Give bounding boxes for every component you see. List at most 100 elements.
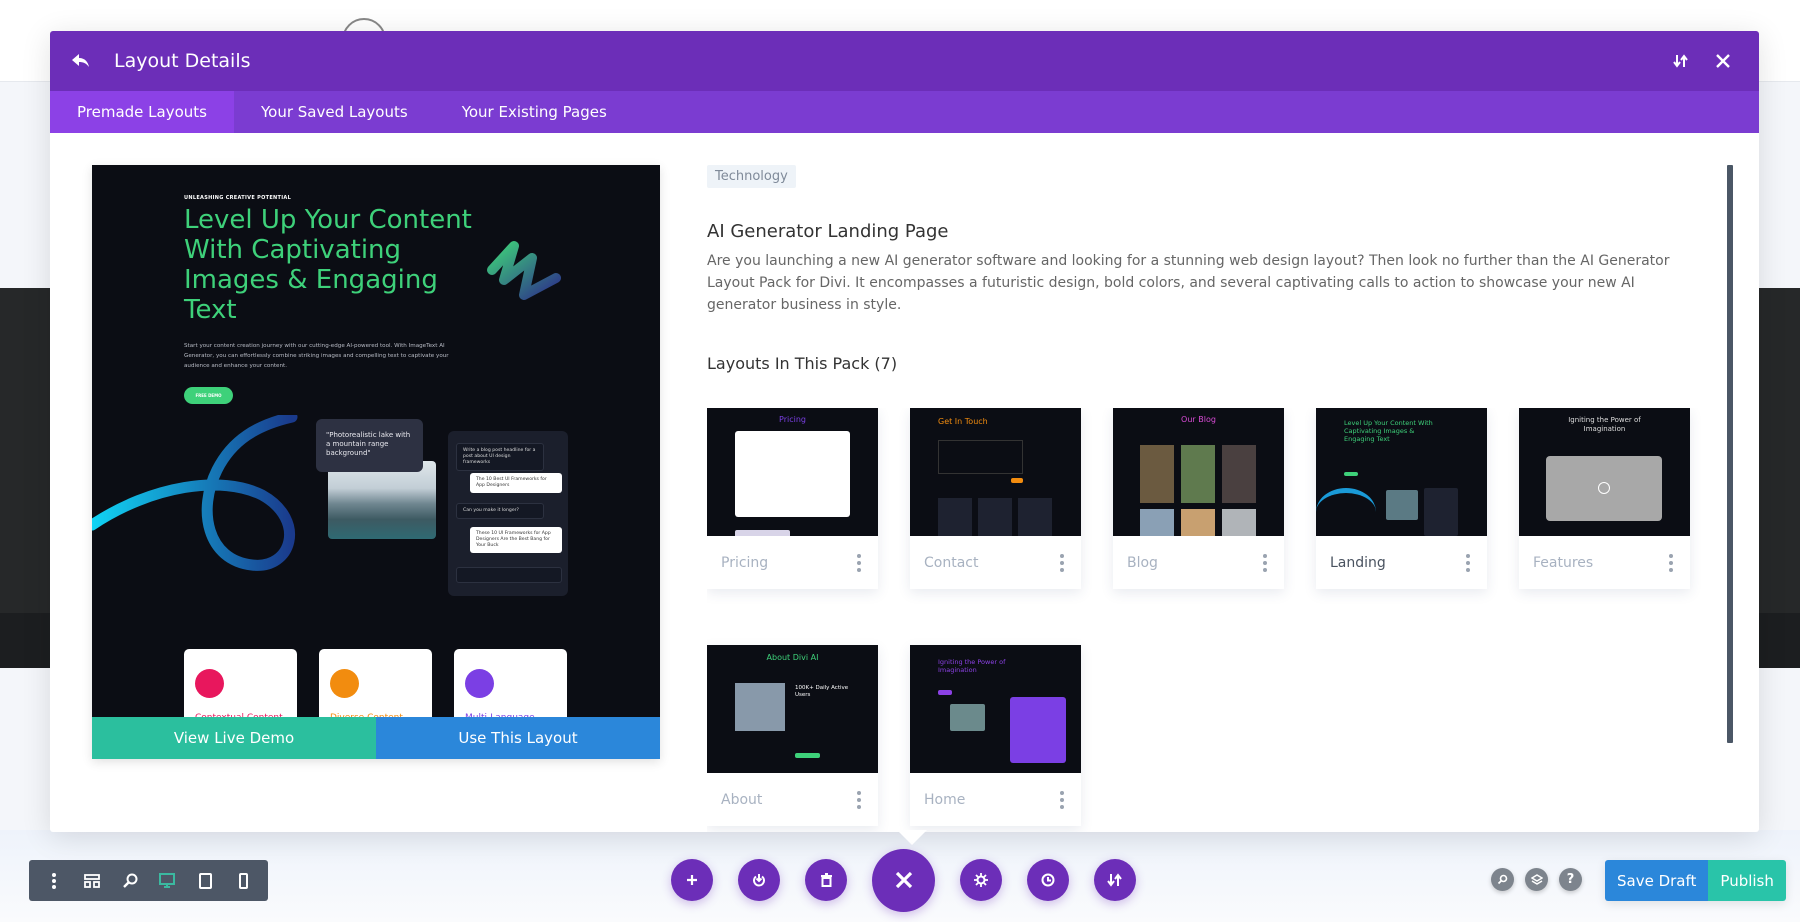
layout-name: Contact [924, 554, 979, 571]
pack-title: Layouts In This Pack (7) [707, 354, 898, 373]
layout-card-pricing[interactable]: Pricing Pricing [707, 408, 878, 589]
publish-button[interactable]: Publish [1708, 860, 1786, 901]
close-icon [895, 871, 912, 889]
question-icon: ? [1566, 872, 1575, 887]
more-options-icon[interactable] [1666, 553, 1676, 572]
thumb-title: Igniting the Power of Imagination [1568, 416, 1641, 433]
page-dark-section [0, 288, 50, 668]
view-toolbar [29, 860, 268, 901]
close-button[interactable] [1709, 47, 1737, 75]
badge-icon [330, 669, 359, 698]
layout-thumbnail: About Divi AI 100K+ Daily Active Users [707, 645, 878, 773]
more-options-icon[interactable] [1260, 553, 1270, 572]
preview-heading: Level Up Your Content With Captivating I… [184, 205, 472, 325]
zoom-view-button[interactable] [116, 867, 144, 895]
more-options-icon[interactable] [854, 553, 864, 572]
history-button[interactable] [1027, 859, 1069, 901]
chat-message: Can you make it longer? [456, 503, 544, 519]
find-button[interactable] [1491, 868, 1514, 891]
chat-message: The 10 Best UI Frameworks for App Design… [470, 473, 562, 493]
add-button[interactable] [671, 859, 713, 901]
gear-icon [974, 873, 988, 887]
layout-card-contact[interactable]: Get In Touch Contact [910, 408, 1081, 589]
more-options-icon[interactable] [1463, 553, 1473, 572]
phone-icon [238, 872, 248, 889]
use-this-layout-button[interactable]: Use This Layout [376, 717, 660, 759]
layout-name: Pricing [721, 554, 769, 571]
save-draft-button[interactable]: Save Draft [1605, 860, 1709, 901]
wireframe-icon [83, 873, 100, 888]
preview-prompt-bubble: "Photorealistic lake with a mountain ran… [316, 419, 423, 472]
preview-kicker: UNLEASHING CREATIVE POTENTIAL [184, 195, 292, 201]
language-icon [465, 669, 494, 698]
modal-header: Layout Details [50, 31, 1759, 91]
layout-card-blog[interactable]: Our Blog Blog [1113, 408, 1284, 589]
layout-details-modal: Layout Details Premade Layouts Your Save… [50, 31, 1759, 832]
layout-card-features[interactable]: Igniting the Power of Imagination Featur… [1519, 408, 1690, 589]
thumb-subtitle: 100K+ Daily Active Users [795, 685, 849, 698]
thumb-title: Level Up Your Content With Captivating I… [1344, 419, 1433, 443]
back-button[interactable] [68, 48, 94, 74]
tab-premade-layouts[interactable]: Premade Layouts [50, 91, 234, 133]
layout-name: Home [924, 791, 966, 808]
layout-thumbnail: Igniting the Power of Imagination [1519, 408, 1690, 536]
desktop-view-button[interactable] [153, 867, 181, 895]
layout-name: About [721, 791, 763, 808]
layers-button[interactable] [1525, 868, 1548, 891]
preview-cta: FREE DEMO [184, 387, 233, 404]
view-live-demo-button[interactable]: View Live Demo [92, 717, 376, 759]
chat-input [456, 567, 562, 583]
tablet-icon [198, 872, 212, 889]
search-icon [1497, 874, 1508, 885]
edit-icon [195, 669, 224, 698]
tab-saved-layouts[interactable]: Your Saved Layouts [234, 91, 435, 133]
sort-button[interactable] [1094, 859, 1136, 901]
category-tag[interactable]: Technology [707, 165, 796, 188]
layout-name: Features [1533, 554, 1594, 571]
layout-thumbnail: Pricing [707, 408, 878, 536]
more-options-icon[interactable] [1057, 553, 1067, 572]
layout-card-landing[interactable]: Level Up Your Content With Captivating I… [1316, 408, 1487, 589]
layout-title: AI Generator Landing Page [707, 221, 949, 242]
sort-arrows-icon [1107, 873, 1122, 887]
close-icon [1716, 54, 1730, 68]
layout-thumbnail: Igniting the Power of Imagination [910, 645, 1081, 773]
more-options-icon[interactable] [854, 790, 864, 809]
plus-icon [687, 875, 697, 885]
tab-bar: Premade Layouts Your Saved Layouts Your … [50, 91, 1759, 133]
preview-lake-image [328, 461, 436, 539]
portability-button[interactable] [738, 859, 780, 901]
toolbar-menu-button[interactable] [40, 867, 68, 895]
layout-preview[interactable]: UNLEASHING CREATIVE POTENTIAL Level Up Y… [92, 165, 660, 759]
preview-chat-panel: Write a blog post headline for a post ab… [448, 431, 568, 596]
layout-name: Landing [1330, 554, 1386, 571]
layout-thumbnail: Level Up Your Content With Captivating I… [1316, 408, 1487, 536]
portability-icon [753, 874, 765, 887]
clear-layout-button[interactable] [805, 859, 847, 901]
layout-card-about[interactable]: About Divi AI 100K+ Daily Active Users A… [707, 645, 878, 826]
layout-thumbnail: Our Blog [1113, 408, 1284, 536]
layout-description: Are you launching a new AI generator sof… [707, 253, 1670, 313]
phone-view-button[interactable] [229, 867, 257, 895]
thumb-title: Our Blog [1181, 415, 1216, 424]
preview-body: Start your content creation journey with… [184, 343, 449, 369]
tab-existing-pages[interactable]: Your Existing Pages [435, 91, 634, 133]
page-settings-button[interactable] [960, 859, 1002, 901]
help-button[interactable]: ? [1559, 868, 1582, 891]
modal-pointer [897, 830, 927, 845]
clock-icon [1041, 873, 1055, 887]
sort-button[interactable] [1667, 47, 1695, 75]
modal-title: Layout Details [114, 50, 251, 72]
thumb-title: Pricing [779, 415, 806, 424]
wireframe-view-button[interactable] [78, 867, 106, 895]
more-options-icon[interactable] [1057, 790, 1067, 809]
scrollbar[interactable] [1727, 165, 1733, 743]
page-dark-section [1759, 288, 1800, 668]
layers-icon [1530, 873, 1543, 885]
desktop-icon [159, 873, 176, 888]
page-settings-toolbar [671, 848, 1136, 912]
layout-card-home[interactable]: Igniting the Power of Imagination Home [910, 645, 1081, 826]
close-settings-button[interactable] [872, 848, 935, 912]
tablet-view-button[interactable] [191, 867, 219, 895]
zoom-icon [122, 873, 138, 888]
